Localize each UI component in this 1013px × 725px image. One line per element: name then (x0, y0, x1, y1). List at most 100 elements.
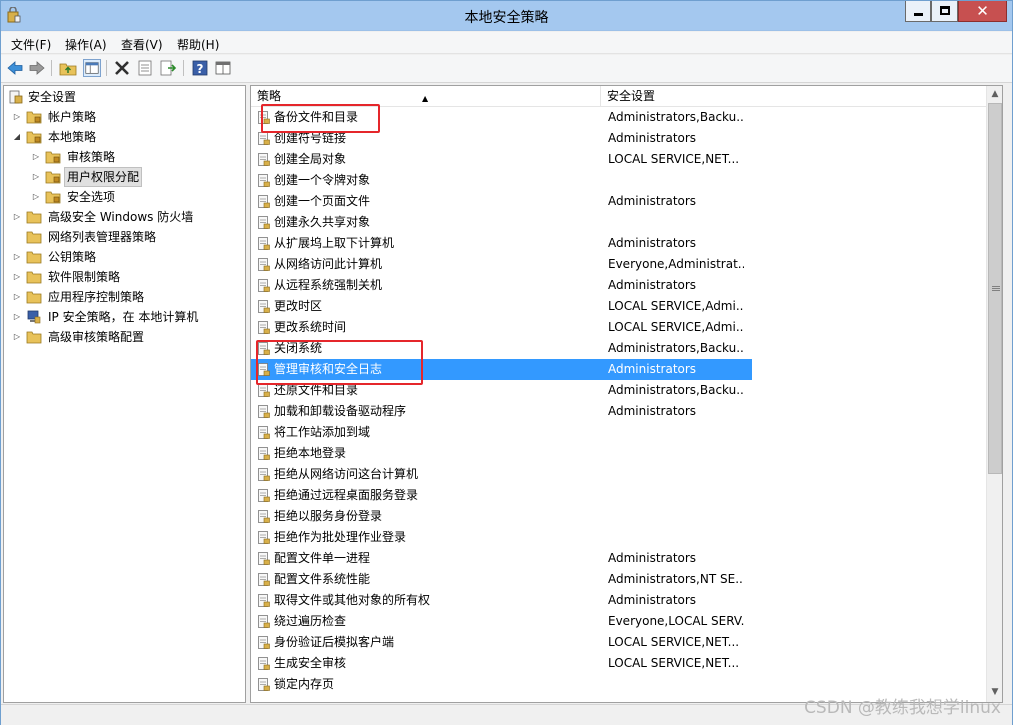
policy-row[interactable]: 拒绝本地登录 (251, 443, 752, 464)
folder-icon (26, 331, 42, 344)
policy-row[interactable]: 从扩展坞上取下计算机 Administrators (251, 233, 752, 254)
policy-item-icon (258, 615, 270, 628)
policy-row[interactable]: 拒绝以服务身份登录 (251, 506, 752, 527)
expand-arrow-icon[interactable]: ▷ (12, 107, 22, 127)
policy-item-icon (258, 216, 270, 229)
collapse-arrow-icon[interactable]: ◢ (12, 127, 22, 147)
policy-security-setting: Administrators (608, 236, 697, 250)
toolbar-separator (183, 60, 184, 76)
policy-row[interactable]: 身份验证后模拟客户端 LOCAL SERVICE,NET... (251, 632, 752, 653)
close-icon: ✕ (976, 2, 989, 20)
expand-arrow-icon[interactable]: ▷ (12, 247, 22, 267)
tree-item-label: 用户权限分配 (64, 167, 143, 187)
column-header-security-setting[interactable]: 安全设置 (601, 86, 986, 107)
policy-row[interactable]: 锁定内存页 (251, 674, 752, 695)
folder-icon (26, 211, 42, 224)
expand-arrow-icon[interactable]: ▷ (12, 327, 22, 347)
minimize-button[interactable] (905, 1, 931, 22)
policy-row[interactable]: 从远程系统强制关机 Administrators (251, 275, 752, 296)
export-list-icon[interactable] (159, 59, 177, 77)
up-folder-icon[interactable] (59, 59, 77, 77)
policy-row[interactable]: 生成安全审核 LOCAL SERVICE,NET... (251, 653, 752, 674)
policy-item-icon (258, 636, 270, 649)
policy-row[interactable]: 绕过遍历检查 Everyone,LOCAL SERV... (251, 611, 752, 632)
properties-icon[interactable] (136, 59, 154, 77)
policy-name: 配置文件系统性能 (274, 572, 371, 586)
tree-item-label: 公钥策略 (48, 250, 97, 264)
policy-row[interactable]: 更改系统时间 LOCAL SERVICE,Admi... (251, 317, 752, 338)
maximize-button[interactable] (931, 1, 958, 22)
expand-arrow-icon[interactable]: ▷ (12, 287, 22, 307)
show-hide-tree-icon[interactable] (83, 59, 101, 77)
policy-name: 身份验证后模拟客户端 (274, 635, 395, 649)
policy-row[interactable]: 拒绝从网络访问这台计算机 (251, 464, 752, 485)
policy-name: 从远程系统强制关机 (274, 278, 383, 292)
menu-view[interactable]: 查看(V) (121, 36, 163, 53)
policy-row[interactable]: 更改时区 LOCAL SERVICE,Admi... (251, 296, 752, 317)
tree-item-label: 高级安全 Windows 防火墙 (48, 210, 194, 224)
expand-arrow-icon[interactable]: ▷ (31, 167, 41, 187)
vertical-scrollbar[interactable]: ▲ ▼ (986, 86, 1002, 702)
delete-icon[interactable] (113, 59, 131, 77)
policy-security-setting: Administrators (608, 362, 697, 376)
policy-security-setting: Administrators (608, 131, 697, 145)
folder-lock-icon (45, 191, 61, 204)
policy-row[interactable]: 创建一个页面文件 Administrators (251, 191, 752, 212)
policy-row[interactable]: 将工作站添加到域 (251, 422, 752, 443)
forward-arrow-icon[interactable] (28, 59, 46, 77)
menu-file[interactable]: 文件(F) (11, 36, 51, 53)
tree-item-label: 安全设置 (28, 90, 77, 104)
security-settings-icon (9, 90, 23, 104)
policy-row[interactable]: 取得文件或其他对象的所有权 Administrators (251, 590, 752, 611)
policy-name: 取得文件或其他对象的所有权 (274, 593, 431, 607)
expand-arrow-icon[interactable]: ▷ (12, 207, 22, 227)
policy-row[interactable]: 配置文件单一进程 Administrators (251, 548, 752, 569)
title-bar[interactable]: 本地安全策略 ✕ (1, 1, 1012, 31)
policy-security-setting: Everyone,LOCAL SERV... (608, 614, 744, 628)
policy-row[interactable]: 创建一个令牌对象 (251, 170, 752, 191)
policy-row[interactable]: 创建永久共享对象 (251, 212, 752, 233)
policy-row[interactable]: 配置文件系统性能 Administrators,NT SE... (251, 569, 752, 590)
help-icon[interactable]: ? (191, 59, 209, 77)
close-button[interactable]: ✕ (958, 1, 1007, 22)
policy-item-icon (258, 552, 270, 565)
policy-row[interactable]: 拒绝通过远程桌面服务登录 (251, 485, 752, 506)
scroll-grip (992, 288, 1000, 289)
policy-item-icon (258, 678, 270, 691)
scroll-up-icon[interactable]: ▲ (987, 86, 1002, 102)
policy-security-setting: LOCAL SERVICE,NET... (608, 152, 740, 166)
policy-security-setting: Administrators (608, 194, 697, 208)
policy-row[interactable]: 加载和卸载设备驱动程序 Administrators (251, 401, 752, 422)
folder-icon (26, 231, 42, 244)
menu-help[interactable]: 帮助(H) (177, 36, 219, 53)
policy-item-icon (258, 426, 270, 439)
policy-row[interactable]: 拒绝作为批处理作业登录 (251, 527, 752, 548)
policy-name: 将工作站添加到域 (274, 425, 371, 439)
tree-item-label: 高级审核策略配置 (48, 330, 145, 344)
expand-arrow-icon[interactable]: ▷ (31, 147, 41, 167)
policy-name: 绕过遍历检查 (274, 614, 347, 628)
menu-action[interactable]: 操作(A) (65, 36, 107, 53)
expand-arrow-icon[interactable]: ▷ (12, 307, 22, 327)
column-header-label: 安全设置 (607, 89, 656, 103)
policy-list-pane[interactable]: 策略 ▲ 安全设置 备份文件和目录 Administrators,Backu...… (250, 85, 1003, 703)
tree-pane[interactable]: 安全设置 ▷ 帐户策略 ◢ 本地策略 ▷ 审核策略 ▷ 用户权限分配 ▷ 安全选… (3, 85, 246, 703)
expand-arrow-icon[interactable]: ▷ (31, 187, 41, 207)
policy-security-setting: Everyone,Administrat... (608, 257, 744, 271)
policy-item-icon (258, 510, 270, 523)
toolbar-separator (51, 60, 52, 76)
policy-row[interactable]: 创建全局对象 LOCAL SERVICE,NET... (251, 149, 752, 170)
policy-row[interactable]: 从网络访问此计算机 Everyone,Administrat... (251, 254, 752, 275)
mmc-view-icon[interactable] (214, 59, 232, 77)
scrollbar-thumb[interactable] (988, 103, 1002, 474)
policy-item-icon (258, 279, 270, 292)
policy-item-icon (258, 237, 270, 250)
policy-name: 创建全局对象 (274, 152, 347, 166)
policy-name: 从扩展坞上取下计算机 (274, 236, 395, 250)
back-arrow-icon[interactable] (6, 59, 24, 77)
policy-security-setting: LOCAL SERVICE,Admi... (608, 299, 744, 313)
policy-item-icon (258, 405, 270, 418)
policy-item-icon (258, 321, 270, 334)
expand-arrow-icon[interactable]: ▷ (12, 267, 22, 287)
policy-item-icon (258, 573, 270, 586)
